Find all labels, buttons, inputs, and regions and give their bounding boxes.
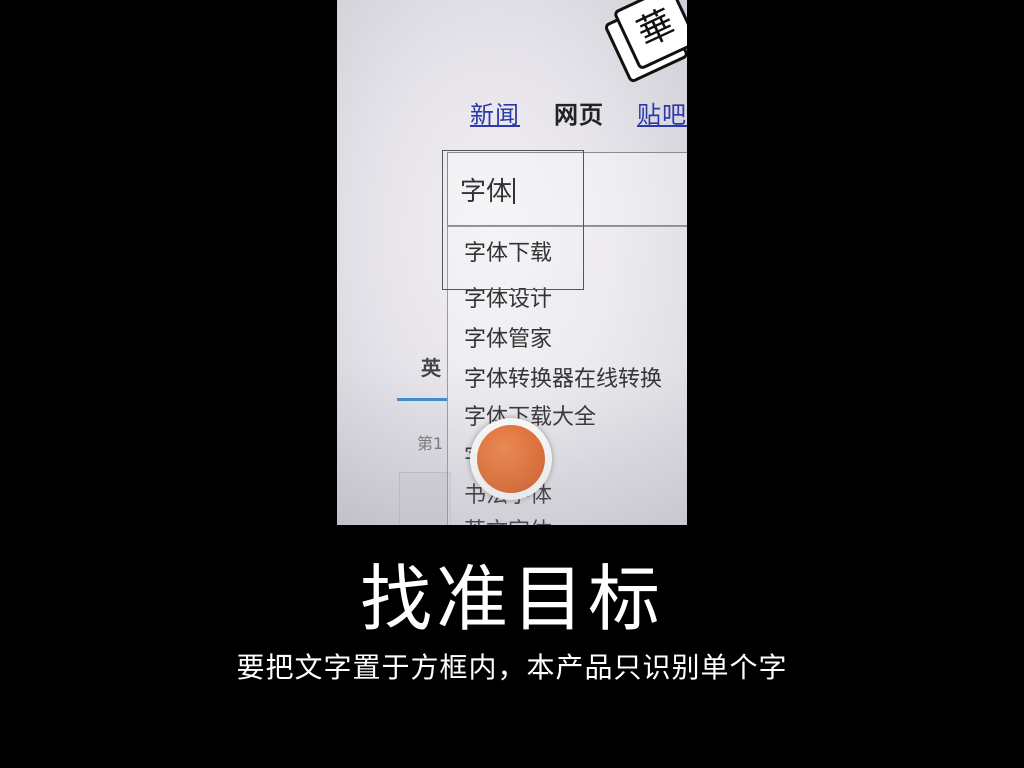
app-logo-icon: 華: [605, 0, 687, 83]
shutter-inner: [477, 425, 545, 493]
side-box: [399, 472, 451, 525]
side-page-label: 第1: [417, 434, 444, 453]
nav-web-link: 网页: [554, 101, 604, 129]
shutter-button[interactable]: [470, 418, 552, 500]
tab-underline: [397, 398, 447, 401]
suggestion-item: 英文字体: [464, 513, 552, 525]
suggestion-item: 字体管家: [464, 327, 553, 352]
nav-tieba-link: 贴吧: [637, 101, 687, 129]
suggestion-item: 字体转换器在线转换: [464, 367, 663, 392]
nav-news-link: 新闻: [470, 101, 520, 129]
page-title: 找准目标: [359, 557, 664, 641]
page-subtitle: 要把文字置于方框内，本产品只识别单个字: [236, 651, 788, 684]
focus-frame: [442, 150, 584, 290]
side-tab-label: 英: [421, 356, 441, 380]
camera-viewfinder: 新闻 网页 贴吧 英 第1 字体 字体下载 字体设计 字体管家 字体转换器在线转…: [337, 0, 687, 525]
